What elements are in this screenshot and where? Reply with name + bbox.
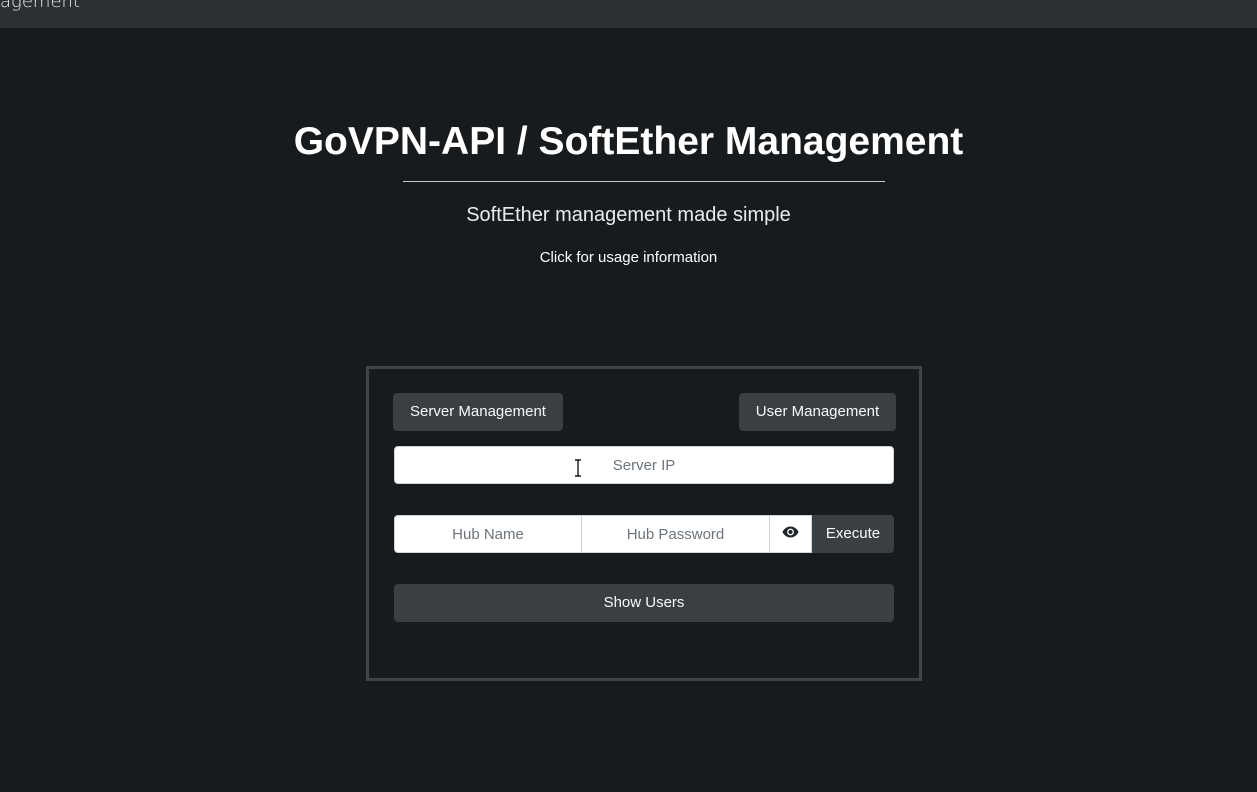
management-panel: Server Management User Management Execut…: [366, 366, 922, 681]
hub-name-input[interactable]: [394, 515, 582, 553]
title-divider: [403, 181, 885, 182]
execute-button[interactable]: Execute: [812, 515, 894, 553]
usage-info-link[interactable]: Click for usage information: [0, 248, 1257, 268]
eye-icon: [782, 525, 799, 543]
navbar-brand[interactable]: agement: [0, 0, 80, 14]
hub-password-input[interactable]: [581, 515, 770, 553]
server-ip-input[interactable]: [394, 446, 894, 484]
page-subtitle: SoftEther management made simple: [466, 204, 791, 226]
user-management-button[interactable]: User Management: [739, 393, 896, 431]
text-cursor-icon: [573, 459, 583, 477]
show-users-button[interactable]: Show Users: [394, 584, 894, 622]
page-title: GoVPN-API / SoftEther Management: [293, 120, 964, 163]
top-navbar: agement: [0, 0, 1257, 28]
server-management-button[interactable]: Server Management: [393, 393, 563, 431]
toggle-password-visibility-button[interactable]: [769, 515, 812, 553]
